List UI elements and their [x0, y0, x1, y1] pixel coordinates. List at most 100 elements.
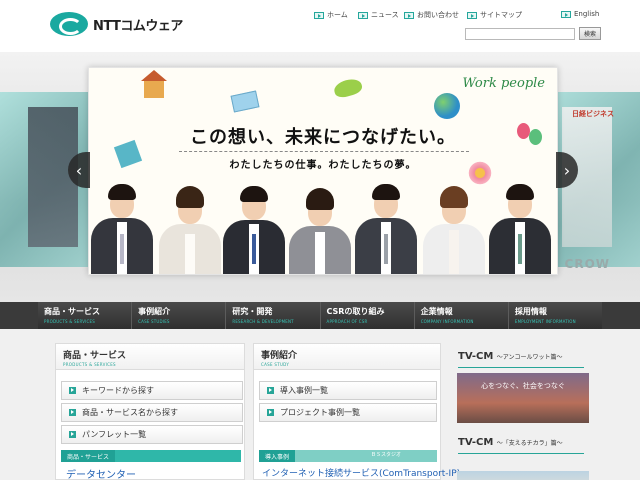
tvcm-item1-subtitle: ～アンコールワット篇～ [496, 354, 563, 361]
main-nav: 商品・サービス PRODUCTS & SERVICES 事例紹介 CASE ST… [38, 302, 602, 329]
employee-photo [355, 178, 417, 274]
products-panel-subtitle: PRODUCTS & SERVICES [63, 362, 116, 367]
main-nav-company[interactable]: 企業情報 COMPANY INFORMATION [415, 302, 509, 329]
link-label: パンフレット一覧 [82, 430, 147, 439]
top-nav-contact-link[interactable]: お問い合わせ [404, 10, 459, 20]
cases-feature-note: ＢＳスタジオ [371, 452, 402, 458]
main-nav-research[interactable]: 研究・開発 RESEARCH & DEVELOPMENT [226, 302, 321, 329]
main-nav-label: 研究・開発 [232, 307, 273, 316]
cases-panel-title: 事例紹介 [261, 351, 298, 361]
main-nav-csr[interactable]: CSRの取り組み APPROACH OF CSR [321, 302, 415, 329]
employee-photo [489, 180, 551, 274]
cases-feature-tab: 導入事例 [259, 450, 296, 462]
arrow-bullet-icon [467, 11, 477, 19]
tvcm-angkor-wat-thumbnail[interactable]: 心をつなぐ、社会をつなぐ [457, 373, 589, 423]
products-feature-link[interactable]: データセンター [66, 466, 136, 480]
main-nav-products[interactable]: 商品・サービス PRODUCTS & SERVICES [38, 302, 133, 329]
hero-slide[interactable]: Work people この想い、未来につなげたい。 わたしたちの仕事。わたした… [88, 67, 558, 275]
tvcm-support-power-thumbnail[interactable] [457, 471, 589, 480]
logo-mark-icon [50, 12, 88, 36]
tvcm-item1-caption: 心をつなぐ、社会をつなぐ [481, 382, 565, 390]
products-panel-header: 商品・サービス PRODUCTS & SERVICES [56, 344, 244, 370]
tvcm-divider [458, 367, 584, 368]
tvcm-item1-title: TV-CM [458, 351, 494, 362]
site-header: NTTコムウェア ホーム ニュース お問い合わせ サイトマップ English … [0, 0, 640, 52]
tvcm-item2-heading: TV-CM ～「支えるチカラ」篇～ [458, 437, 563, 448]
cases-panel-subtitle: CASE STUDY [261, 362, 290, 367]
arrow-bullet-icon [69, 387, 76, 394]
arrow-bullet-icon [267, 409, 274, 416]
tvcm-item2-subtitle: ～「支えるチカラ」篇～ [496, 440, 563, 447]
arrow-bullet-icon [561, 10, 571, 18]
cases-feature-link[interactable]: インターネット接続サービス(ComTransport-IP) [262, 466, 460, 479]
products-panel: 商品・サービス PRODUCTS & SERVICES キーワードから探す 商品… [55, 343, 245, 480]
arrow-bullet-icon [358, 11, 368, 19]
top-nav-home-label: ホーム [327, 11, 348, 19]
hero-title: この想い、未来につなげたい。 [190, 127, 456, 148]
tvcm-divider [458, 453, 584, 454]
employee-photo [159, 184, 221, 274]
employee-photo [91, 178, 153, 274]
main-nav-label: 商品・サービス [44, 307, 100, 316]
top-nav-english-link[interactable]: English [561, 10, 599, 18]
envelope-illustration-icon [230, 90, 260, 113]
cases-panel: 事例紹介 CASE STUDY 導入事例一覧 プロジェクト事例一覧 導入事例 Ｂ… [253, 343, 460, 480]
hero-subtitle: わたしたちの仕事。わたしたちの夢。 [229, 160, 417, 171]
main-nav-label: 事例紹介 [138, 307, 171, 316]
hero-side-right-bottom-label: CROW [564, 257, 610, 271]
tvcm-panel: TV-CM ～アンコールワット篇～ 心をつなぐ、社会をつなぐ TV-CM ～「支… [452, 343, 592, 480]
top-nav-sitemap-label: サイトマップ [480, 11, 522, 19]
work-people-logo: Work people [462, 76, 545, 91]
employee-photo [423, 186, 485, 274]
main-nav-cases[interactable]: 事例紹介 CASE STUDIES [132, 302, 227, 329]
cases-panel-header: 事例紹介 CASE STUDY [254, 344, 440, 370]
keyword-search-link[interactable]: キーワードから探す [61, 381, 243, 400]
main-nav-sublabel: PRODUCTS & SERVICES [44, 319, 95, 324]
project-case-list-link[interactable]: プロジェクト事例一覧 [259, 403, 437, 422]
main-nav-sublabel: APPROACH OF CSR [326, 319, 368, 324]
main-nav-sublabel: RESEARCH & DEVELOPMENT [232, 319, 294, 324]
products-panel-title: 商品・サービス [63, 351, 127, 361]
main-nav-sublabel: EMPLOYMENT INFORMATION [514, 319, 576, 324]
top-nav-news-label: ニュース [371, 11, 399, 19]
search-input[interactable] [465, 28, 575, 40]
arrow-bullet-icon [404, 11, 414, 19]
top-nav-contact-label: お問い合わせ [417, 11, 459, 19]
case-list-link[interactable]: 導入事例一覧 [259, 381, 437, 400]
top-nav-news-link[interactable]: ニュース [358, 10, 399, 20]
arrow-bullet-icon [314, 11, 324, 19]
arrow-bullet-icon [69, 409, 76, 416]
main-nav-sublabel: CASE STUDIES [138, 319, 170, 324]
top-nav-home-link[interactable]: ホーム [314, 10, 348, 20]
hero-divider [179, 151, 469, 152]
search-button[interactable]: 検索 [579, 27, 601, 40]
main-nav-label: 企業情報 [420, 307, 453, 316]
top-nav-sitemap-link[interactable]: サイトマップ [467, 10, 522, 20]
main-nav-label: 採用情報 [514, 307, 547, 316]
logo-text: NTTコムウェア [93, 18, 183, 34]
main-nav-sublabel: COMPANY INFORMATION [420, 319, 474, 324]
main-nav-recruit[interactable]: 採用情報 EMPLOYMENT INFORMATION [509, 302, 602, 329]
link-label: プロジェクト事例一覧 [280, 408, 360, 417]
arrow-bullet-icon [69, 431, 76, 438]
content-area: 商品・サービス PRODUCTS & SERVICES キーワードから探す 商品… [0, 329, 640, 480]
hero-side-right-label: 日経ビジネス [572, 110, 614, 118]
link-label: 商品・サービス名から探す [82, 408, 178, 417]
products-feature-tab: 商品・サービス [61, 450, 116, 462]
globe-illustration-icon [434, 93, 460, 119]
product-name-search-link[interactable]: 商品・サービス名から探す [61, 403, 243, 422]
main-nav-label: CSRの取り組み [326, 307, 385, 316]
employee-photo [223, 182, 285, 274]
tvcm-item2-title: TV-CM [458, 437, 494, 448]
link-label: キーワードから探す [82, 386, 154, 395]
house-illustration-icon [141, 70, 167, 98]
bird-illustration-icon [332, 76, 364, 100]
arrow-bullet-icon [267, 387, 274, 394]
ntt-comware-logo[interactable]: NTTコムウェア [50, 12, 183, 36]
link-label: 導入事例一覧 [280, 386, 328, 395]
brochure-list-link[interactable]: パンフレット一覧 [61, 425, 243, 444]
hero-carousel: 日経ビジネス CROW Work people この想い、未来につなげたい。 わ… [0, 52, 640, 302]
top-nav-english-label: English [574, 10, 600, 18]
tvcm-item1-heading: TV-CM ～アンコールワット篇～ [458, 351, 563, 362]
employee-photo [289, 188, 351, 274]
